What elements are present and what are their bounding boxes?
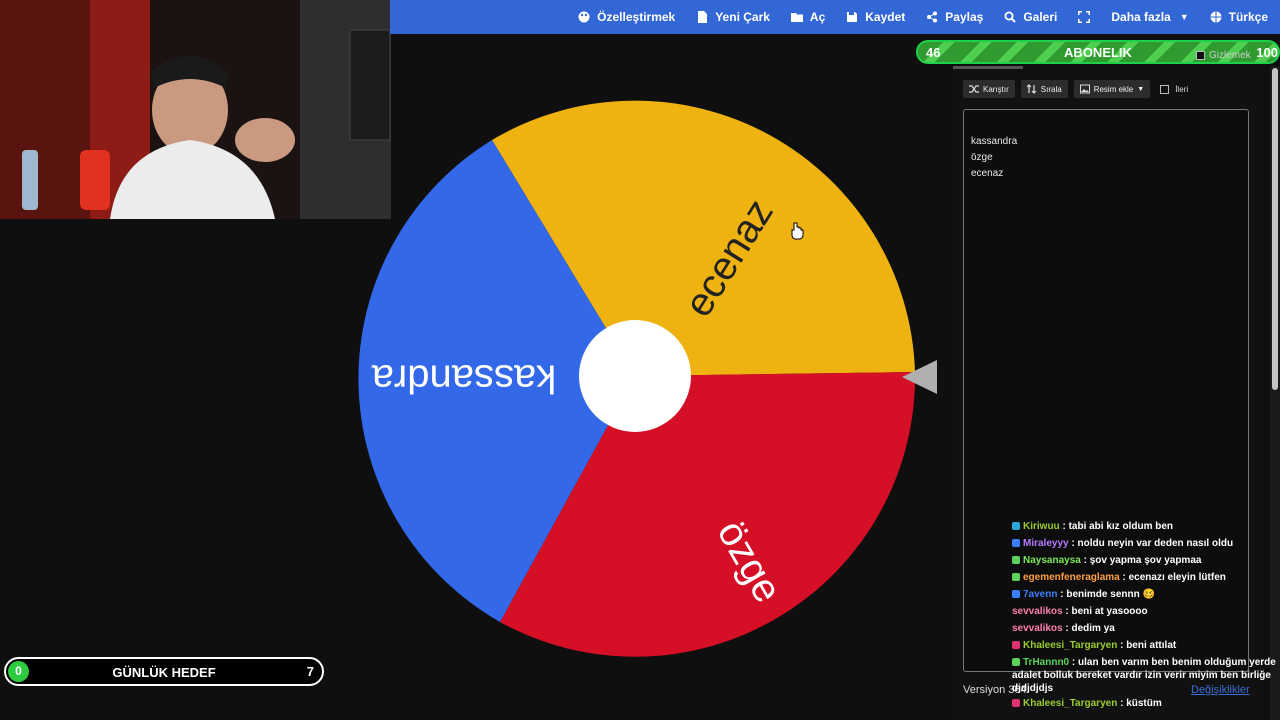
badge-icon	[1012, 641, 1020, 650]
page-scrollbar-thumb[interactable]	[1272, 68, 1278, 390]
wheel-label-kassandra: kassandra	[371, 356, 556, 400]
entry-line: kassandra	[971, 136, 1018, 147]
chat-overlay: Kiriwuu : tabi abi kız oldum ben Miraley…	[1012, 518, 1280, 712]
badge-icon	[1012, 556, 1020, 565]
badge-icon	[1012, 699, 1020, 708]
add-image-button[interactable]: Resim ekle ▼	[1073, 80, 1151, 98]
entries-toolbar: Karıştır Sırala Resim ekle ▼ İleri	[963, 80, 1188, 98]
sort-label: Sırala	[1040, 84, 1062, 94]
language-button[interactable]: Türkçe	[1210, 10, 1268, 24]
save-icon	[847, 12, 858, 22]
share-label: Paylaş	[945, 10, 984, 24]
chat-message: sevvalikos : beni at yasoooo	[1012, 606, 1148, 617]
hide-checkbox[interactable]: Gizlemek	[1196, 50, 1251, 61]
chat-text: tabi abi kız oldum ben	[1068, 521, 1174, 532]
customize-label: Özelleştirmek	[597, 10, 676, 24]
advanced-checkbox-box[interactable]	[1160, 84, 1170, 94]
share-icon	[927, 11, 938, 23]
tab-indicator	[953, 66, 1023, 69]
top-navigation-bar: Özelleştirmek Yeni Çark Aç Kaydet Paylaş…	[390, 0, 1280, 34]
fullscreen-button[interactable]	[1078, 11, 1091, 23]
daily-goal-bar: 0 GÜNLÜK HEDEF 7	[4, 657, 324, 686]
shuffle-icon	[969, 85, 979, 93]
share-button[interactable]: Paylaş	[926, 10, 983, 24]
badge-icon	[1012, 590, 1020, 599]
chat-username: Naysanaysa	[1023, 555, 1081, 566]
subscription-goal: 100	[1256, 45, 1278, 60]
chat-username: 7avenn	[1023, 589, 1058, 600]
chat-message: sevvalikos : dedim ya	[1012, 623, 1115, 634]
advanced-label: İleri	[1175, 84, 1189, 94]
file-icon	[698, 11, 708, 23]
hide-checkbox-box[interactable]	[1196, 51, 1205, 60]
chat-message: Khaleesi_Targaryen : küstüm	[1012, 695, 1280, 712]
entry-line: ecenaz	[971, 168, 1004, 179]
daily-goal-target: 7	[306, 664, 314, 679]
badge-icon	[1012, 539, 1020, 548]
wheel-center-hub[interactable]	[579, 320, 691, 432]
chat-text: beni attılat	[1126, 640, 1177, 651]
chat-username: Khaleesi_Targaryen	[1023, 698, 1118, 709]
chat-message: egemenfeneraglama : ecenazı eleyin lütfe…	[1012, 569, 1280, 586]
chat-message: Kiriwuu : tabi abi kız oldum ben	[1012, 518, 1280, 535]
caret-down-icon: ▼	[1179, 12, 1189, 22]
daily-goal-label: GÜNLÜK HEDEF	[112, 665, 216, 680]
webcam-overlay	[0, 0, 391, 219]
search-icon	[1004, 11, 1017, 23]
chat-username: Kiriwuu	[1023, 521, 1060, 532]
chat-message: Khaleesi_Targaryen : beni attılat	[1012, 637, 1280, 654]
shuffle-label: Karıştır	[983, 84, 1009, 94]
open-label: Aç	[809, 10, 826, 24]
badge-icon	[1012, 522, 1020, 531]
new-wheel-button[interactable]: Yeni Çark	[696, 10, 770, 24]
chat-text: dedim ya	[1071, 623, 1115, 634]
gallery-label: Galeri	[1023, 10, 1058, 24]
chat-message: Naysanaysa : şov yapma şov yapmaa	[1012, 552, 1280, 569]
chat-text: beni at yasoooo	[1071, 606, 1148, 617]
palette-icon	[578, 11, 590, 23]
chat-text: küstüm	[1126, 698, 1162, 709]
globe-icon	[1210, 11, 1222, 23]
fullscreen-icon	[1078, 11, 1091, 23]
open-button[interactable]: Aç	[790, 10, 826, 24]
chat-text: noldu neyin var deden nasıl oldu	[1077, 538, 1234, 549]
save-label: Kaydet	[865, 10, 906, 24]
hide-checkbox-label: Gizlemek	[1209, 50, 1251, 61]
new-wheel-label: Yeni Çark	[715, 10, 770, 24]
folder-icon	[790, 13, 803, 22]
chat-username: egemenfeneraglama	[1023, 572, 1120, 583]
spin-wheel[interactable]: ecenaz özge kassandra	[340, 80, 950, 670]
more-menu-button[interactable]: Daha fazla ▼	[1111, 10, 1188, 24]
shuffle-button[interactable]: Karıştır	[963, 80, 1015, 98]
chat-text: benimde sennn 🥴	[1066, 589, 1155, 600]
customize-button[interactable]: Özelleştirmek	[578, 10, 675, 24]
image-icon	[1079, 84, 1090, 94]
more-label: Daha fazla	[1111, 10, 1171, 24]
save-button[interactable]: Kaydet	[846, 10, 905, 24]
chat-username: sevvalikos	[1012, 606, 1063, 617]
sort-button[interactable]: Sırala	[1020, 80, 1068, 98]
sort-icon	[1026, 84, 1037, 94]
streamer-camera-image	[0, 0, 391, 219]
chat-username: sevvalikos	[1012, 623, 1063, 634]
chat-text: ecenazı eleyin lütfen	[1128, 572, 1226, 583]
language-label: Türkçe	[1228, 10, 1268, 24]
add-image-label: Resim ekle	[1093, 84, 1134, 94]
chat-username: Miraleyyy	[1023, 538, 1069, 549]
chat-message: TrHannn0 : ulan ben varım ben benim oldu…	[1012, 657, 1276, 694]
chat-username: TrHannn0	[1023, 657, 1070, 668]
entry-line: özge	[971, 152, 993, 163]
badge-icon	[1012, 573, 1020, 582]
gallery-button[interactable]: Galeri	[1004, 10, 1057, 24]
chat-text: şov yapma şov yapmaa	[1089, 555, 1202, 566]
advanced-checkbox[interactable]: İleri	[1160, 84, 1189, 94]
badge-icon	[1012, 658, 1020, 667]
chat-message: Miraleyyy : noldu neyin var deden nasıl …	[1012, 535, 1280, 552]
caret-down-icon: ▼	[1137, 85, 1145, 93]
chat-message: 7avenn : benimde sennn 🥴	[1012, 586, 1280, 603]
chat-username: Khaleesi_Targaryen	[1023, 640, 1118, 651]
